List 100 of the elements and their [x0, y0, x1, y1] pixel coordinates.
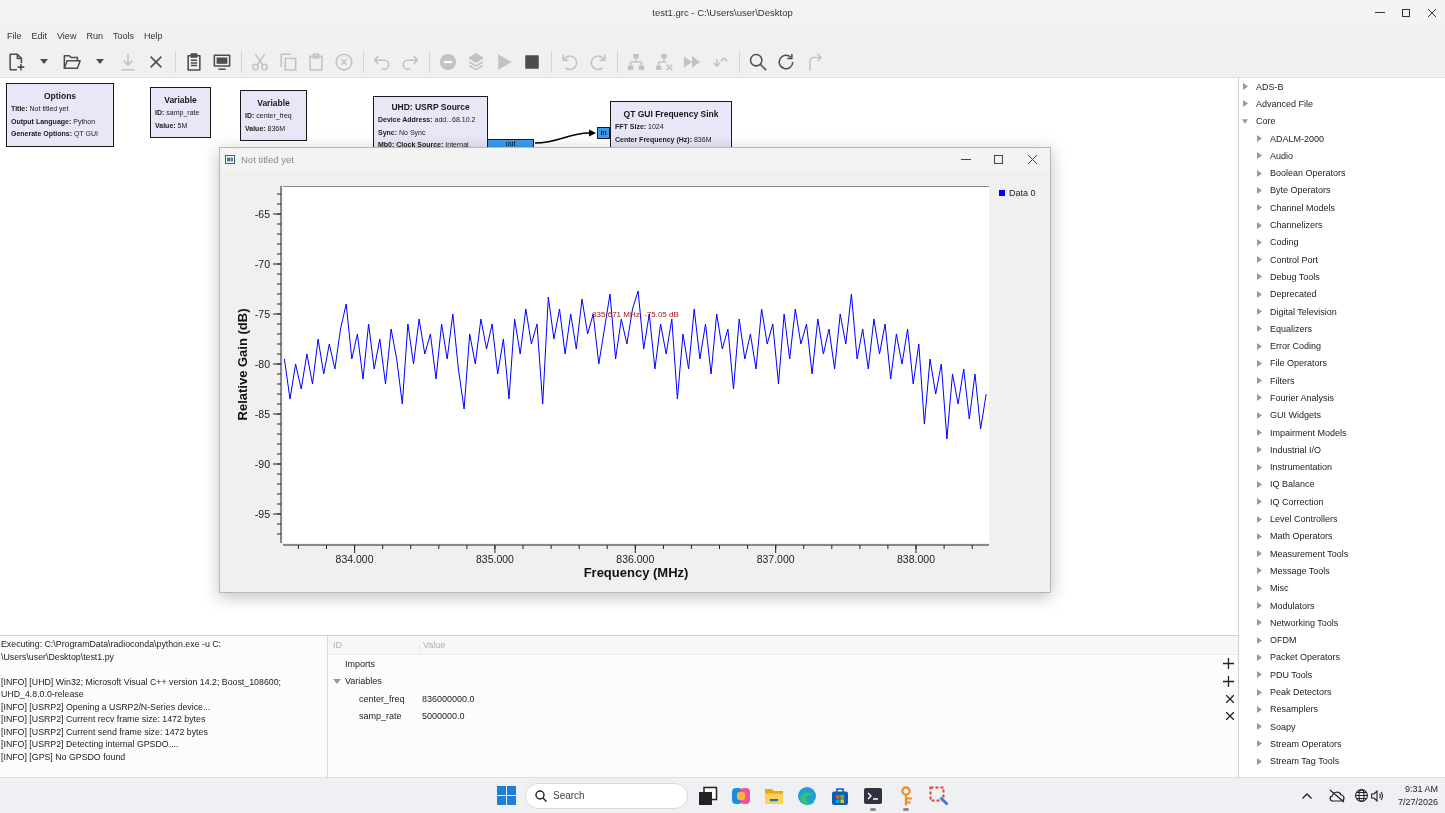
library-category[interactable]: Channel Models [1239, 199, 1445, 217]
library-category[interactable]: IQ Correction [1239, 493, 1445, 511]
library-category[interactable]: Fourier Analysis [1239, 389, 1445, 407]
library-category[interactable]: Soapy [1239, 718, 1445, 736]
variable-group-label[interactable]: Variables [345, 676, 382, 687]
legend-label: Data 0 [1009, 188, 1036, 198]
y-axis-title: Relative Gain (dB) [234, 308, 250, 421]
block-title: QT GUI Frequency Sink [622, 108, 720, 121]
clock-time[interactable]: 9:31 AM [1404, 782, 1438, 796]
dashed-frame-icon [928, 785, 949, 806]
plus-icon[interactable] [1223, 675, 1234, 687]
library-category[interactable]: Audio [1239, 147, 1445, 165]
library-category[interactable]: Error Coding [1239, 337, 1445, 355]
console-message: [INFO] [USRP2] Current recv frame size: 1472 bytes [1, 713, 207, 726]
library-category[interactable]: File Operators [1239, 354, 1445, 373]
library-category[interactable]: GUI Widgets [1239, 406, 1445, 424]
library-category[interactable]: Byte Operators [1239, 181, 1445, 200]
play-icon [495, 52, 513, 71]
menu-item[interactable]: View [52, 28, 82, 43]
caret-icon [96, 59, 104, 64]
console-message: [INFO] [USRP2] Opening a USRP2/N-Series device... [1, 700, 212, 713]
chevron-up-icon[interactable] [1301, 792, 1312, 799]
library-category[interactable]: Control Port [1239, 250, 1445, 269]
library-category[interactable]: Packet Operators [1239, 648, 1445, 667]
input-port[interactable]: in [597, 127, 610, 139]
console-message: [INFO] [USRP2] Current send frame size: 1472 bytes [1, 725, 209, 738]
layers-icon [467, 52, 485, 71]
block-title: Options [42, 90, 78, 103]
maximize-icon [1402, 8, 1410, 17]
library-category[interactable]: Message Tools [1239, 562, 1445, 580]
menu-item[interactable]: Run [81, 28, 108, 43]
library-category[interactable]: Networking Tools [1239, 614, 1445, 632]
scissors-icon [251, 52, 269, 71]
menu-item[interactable]: Help [138, 28, 168, 43]
block-title: UHD: USRP Source [390, 101, 471, 114]
cross-icon[interactable] [1226, 694, 1234, 703]
library-category[interactable]: Impairment Models [1239, 423, 1445, 442]
globe-icon[interactable] [1354, 789, 1368, 802]
library-category[interactable]: Channelizers [1239, 216, 1445, 234]
variable-value: 836000000.0 [422, 693, 475, 704]
library-category[interactable]: Instrumentation [1239, 458, 1445, 476]
hierarchy-cross-icon [655, 52, 673, 71]
library-category[interactable]: Digital Television [1239, 302, 1445, 321]
library-category[interactable]: Stream Operators [1239, 735, 1445, 753]
cloud-off-icon[interactable] [1328, 788, 1345, 803]
library-category[interactable]: Industrial I/O [1239, 441, 1445, 459]
library-category[interactable]: Equalizers [1239, 320, 1445, 338]
library-category[interactable]: Filters [1239, 372, 1445, 390]
library-category[interactable]: Debug Tools [1239, 268, 1445, 286]
library-category[interactable]: ADS-B [1239, 78, 1445, 96]
plus-icon[interactable] [1223, 658, 1234, 670]
window-title: test1.grc - C:\Users\user\Desktop [652, 7, 793, 18]
speaker-icon[interactable] [1370, 789, 1384, 802]
library-category[interactable]: Advanced File [1239, 95, 1445, 113]
stacked-windows-icon [697, 785, 718, 806]
library-category[interactable]: Coding [1239, 233, 1445, 251]
search-icon [749, 52, 767, 71]
menu-item[interactable]: Tools [107, 28, 139, 43]
menu-item[interactable]: File [2, 28, 27, 43]
search-icon [535, 789, 547, 802]
library-category[interactable]: Deprecated [1239, 285, 1445, 303]
minimize-icon [960, 158, 971, 160]
menu-item[interactable]: Edit [26, 28, 53, 43]
download-icon [119, 52, 137, 71]
clock-date[interactable]: 7/27/2026 [1397, 795, 1438, 809]
close-icon [1028, 154, 1037, 164]
library-category[interactable]: Measurement Tools [1239, 545, 1445, 563]
new-file-icon [7, 52, 25, 71]
library-category[interactable]: Misc [1239, 579, 1445, 597]
library-category[interactable]: Resamplers [1239, 700, 1445, 718]
shopping-bag-icon [829, 785, 850, 806]
x-tick-label: 834.000 [335, 553, 374, 565]
rotate-left-icon [561, 52, 579, 71]
minus-circle-icon [439, 52, 457, 71]
library-category[interactable]: Level Controllers [1239, 510, 1445, 528]
variable-value: 5000000.0 [422, 711, 465, 722]
library-category[interactable]: Core [1239, 112, 1445, 130]
cross-icon[interactable] [1226, 712, 1234, 721]
library-category[interactable]: Peak Detectors [1239, 683, 1445, 701]
variable-group-label[interactable]: Imports [345, 658, 375, 669]
variable-name[interactable]: samp_rate [359, 711, 422, 722]
library-category[interactable]: Modulators [1239, 596, 1445, 615]
copy-icon [279, 52, 297, 71]
caret-down-icon[interactable] [332, 678, 341, 684]
library-category[interactable]: Math Operators [1239, 527, 1445, 545]
library-category[interactable]: PDU Tools [1239, 666, 1445, 684]
column-header: Value [422, 640, 446, 650]
y-tick-label: -80 [254, 358, 270, 370]
library-category[interactable]: Boolean Operators [1239, 164, 1445, 182]
variable-name[interactable]: center_freq [359, 693, 422, 704]
wave-logo-icon [796, 785, 817, 806]
search-field[interactable]: Search [525, 782, 688, 809]
library-category[interactable]: OFDM [1239, 631, 1445, 649]
library-category[interactable]: IQ Balance [1239, 475, 1445, 494]
library-category[interactable]: Stream Tag Tools [1239, 752, 1445, 770]
library-category[interactable]: ADALM-2000 [1239, 129, 1445, 148]
x-axis-title: Frequency (MHz) [583, 564, 689, 580]
console-message: Executing: C:\ProgramData\radioconda\python.exe -u C: \Users\user\Desktop\test1.py [1, 638, 223, 663]
monitor-icon [213, 52, 231, 71]
start-menu-icon [496, 786, 516, 805]
